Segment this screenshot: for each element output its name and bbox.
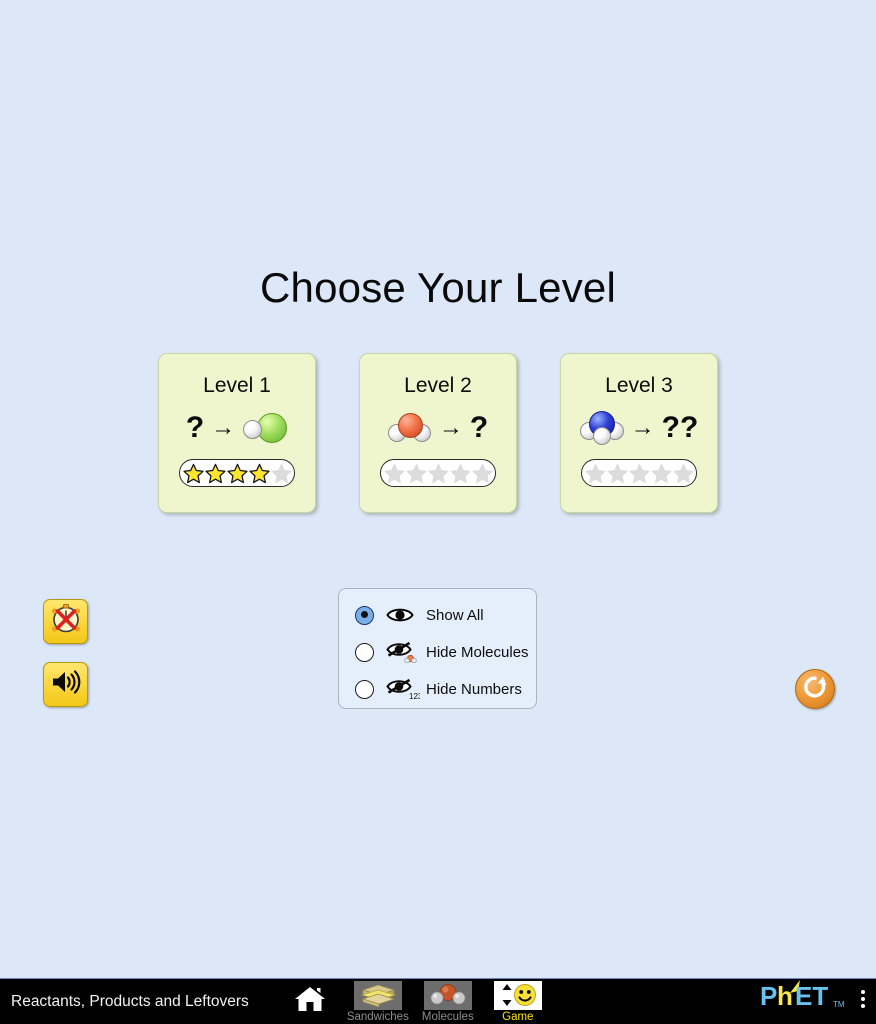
water-molecule-icon: [387, 412, 432, 444]
star-empty-icon: [585, 463, 605, 483]
navigation-bar: Reactants, Products and Leftovers Sandwi…: [0, 978, 876, 1024]
reset-all-icon: [802, 674, 828, 705]
svg-text:ET: ET: [795, 981, 828, 1011]
kebab-menu-icon[interactable]: [858, 988, 868, 1010]
reset-all-button[interactable]: [795, 669, 835, 709]
timer-off-icon: [50, 603, 82, 640]
level-3-reaction: → ??: [561, 407, 717, 449]
ammonia-molecule-icon: [579, 411, 624, 445]
svg-text:P: P: [760, 981, 777, 1011]
hydrogen-atom-icon: [592, 427, 611, 445]
level-1-reactant-unknown: ?: [185, 411, 205, 444]
phet-logo-area[interactable]: P h ET TM: [760, 979, 868, 1018]
radio-option-show-all[interactable]: Show All: [355, 599, 536, 631]
tab-molecules[interactable]: Molecules: [421, 980, 475, 1023]
sound-on-icon: [50, 668, 82, 701]
phet-logo[interactable]: P h ET TM: [760, 979, 852, 1018]
molecule-icon: [423, 980, 472, 1010]
radio-button-hide-numbers[interactable]: [355, 679, 374, 699]
level-2-product-unknown: ?: [469, 411, 489, 444]
tab-game[interactable]: Game: [491, 980, 545, 1023]
star-empty-icon: [428, 463, 448, 483]
level-1-label: Level 1: [203, 374, 271, 397]
page-title: Choose Your Level: [259, 264, 616, 311]
level-1-reaction: ? →: [159, 407, 315, 449]
star-empty-icon: [384, 463, 404, 483]
star-empty-icon: [607, 463, 627, 483]
play-area: Choose Your Level Level 1 ? → Level 2 → …: [0, 0, 876, 978]
level-1-score-bar: [179, 459, 295, 487]
star-empty-icon: [406, 463, 426, 483]
level-2-score-bar: [380, 459, 496, 487]
level-3-score-bar: [581, 459, 697, 487]
radio-label-hide-molecules: Hide Molecules: [426, 643, 529, 661]
level-button-1[interactable]: Level 1 ? →: [158, 353, 316, 513]
star-filled-icon: [204, 463, 226, 483]
level-button-3[interactable]: Level 3 → ??: [560, 353, 718, 513]
star-empty-icon: [450, 463, 470, 483]
game-smiley-icon: [493, 980, 542, 1010]
hcl-molecule-icon: [242, 412, 288, 444]
menu-dot: [861, 989, 865, 994]
level-3-label: Level 3: [605, 374, 673, 397]
sound-toggle-button[interactable]: [43, 662, 88, 707]
star-empty-icon: [629, 463, 649, 483]
radio-button-hide-molecules[interactable]: [355, 642, 374, 662]
svg-text:h: h: [777, 981, 793, 1011]
level-selection-buttons: Level 1 ? → Level 2 → ? Level 3 → ??: [158, 353, 718, 513]
reaction-arrow-icon: →: [438, 414, 463, 441]
tab-label-game: Game: [502, 1010, 534, 1023]
sandwich-icon: [353, 980, 402, 1010]
radio-label-show-all: Show All: [426, 606, 484, 624]
eye-slash-numbers-icon: 123: [386, 678, 420, 700]
star-filled-icon: [226, 463, 248, 483]
tab-label-sandwiches: Sandwiches: [346, 1010, 409, 1023]
star-empty-icon: [651, 463, 671, 483]
radio-button-show-all[interactable]: [355, 605, 374, 625]
oxygen-atom-icon: [397, 413, 423, 438]
star-filled-icon: [248, 463, 270, 483]
radio-label-hide-numbers: Hide Numbers: [426, 680, 522, 698]
home-button[interactable]: [291, 983, 329, 1021]
reaction-arrow-icon: →: [211, 414, 236, 441]
star-filled-icon: [182, 463, 204, 483]
eye-icon: [386, 606, 420, 624]
star-empty-icon: [271, 463, 291, 483]
radio-option-hide-molecules[interactable]: Hide Molecules: [355, 636, 536, 668]
menu-dot: [861, 1003, 865, 1008]
screen-tabs: Sandwiches Molecules Game: [347, 980, 545, 1023]
star-empty-icon: [472, 463, 492, 483]
tab-label-molecules: Molecules: [421, 1010, 474, 1023]
tab-sandwiches[interactable]: Sandwiches: [347, 980, 409, 1023]
svg-text:123: 123: [409, 692, 420, 700]
level-2-label: Level 2: [404, 374, 472, 397]
radio-option-hide-numbers[interactable]: 123 Hide Numbers: [355, 673, 536, 705]
svg-text:TM: TM: [833, 1000, 845, 1009]
home-icon: [293, 984, 327, 1019]
visibility-radio-group: Show All Hide Molecules 12 Hide Numbers: [338, 588, 537, 709]
level-2-reaction: → ?: [360, 407, 516, 449]
simulation-title: Reactants, Products and Leftovers: [11, 992, 249, 1010]
menu-dot: [861, 996, 865, 1001]
star-empty-icon: [673, 463, 693, 483]
timer-toggle-button[interactable]: [43, 599, 88, 644]
level-button-2[interactable]: Level 2 → ?: [359, 353, 517, 513]
reaction-arrow-icon: →: [630, 414, 655, 441]
level-3-product-unknown: ??: [661, 411, 699, 444]
eye-slash-molecule-icon: [386, 641, 420, 663]
